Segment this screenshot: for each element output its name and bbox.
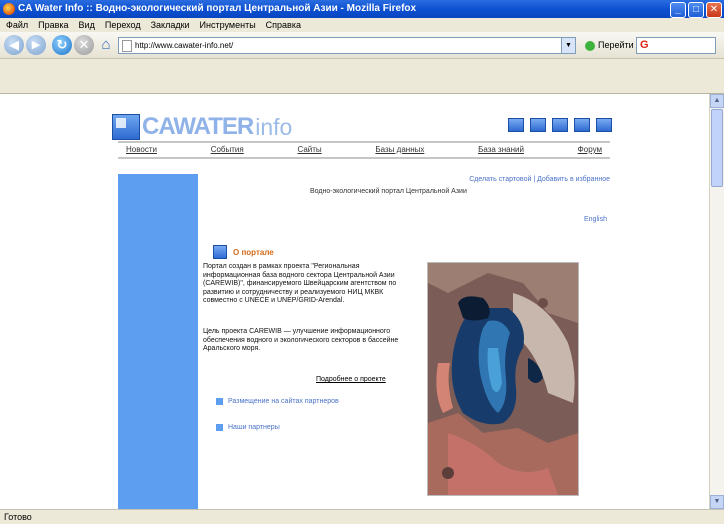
reload-icon[interactable]: ↻ <box>52 35 72 55</box>
left-sidebar <box>118 174 198 509</box>
go-label: Перейти <box>598 40 634 50</box>
nav-events[interactable]: События <box>203 143 252 157</box>
about-paragraph-2: Цель проекта CAREWIB — улучшение информа… <box>203 328 399 353</box>
scroll-up-icon[interactable]: ▲ <box>710 94 724 108</box>
lang-icon[interactable] <box>508 118 524 132</box>
start-page-link[interactable]: Сделать стартовой | Добавить в избранное <box>420 176 610 183</box>
partners-label: Наши партнеры <box>228 424 280 431</box>
search-input[interactable]: G <box>636 37 716 54</box>
address-bar[interactable]: http://www.cawater-info.net/ ▼ <box>118 37 576 54</box>
menu-go[interactable]: Переход <box>105 20 141 30</box>
nav-forum[interactable]: Форум <box>570 143 610 157</box>
google-icon: G <box>640 39 649 51</box>
about-icon <box>213 245 227 259</box>
partners-link[interactable]: Наши партнеры <box>216 424 280 431</box>
partner-sites-label: Размещение на сайтах партнеров <box>228 398 339 405</box>
stop-icon[interactable]: ✕ <box>74 35 94 55</box>
menu-help[interactable]: Справка <box>266 20 301 30</box>
logo-square-icon <box>112 114 140 140</box>
chevron-down-icon[interactable]: ▼ <box>561 38 575 53</box>
address-url: http://www.cawater-info.net/ <box>135 41 234 50</box>
nav-sites[interactable]: Сайты <box>289 143 329 157</box>
window-controls: _ □ ✕ <box>670 2 722 18</box>
maximize-button[interactable]: □ <box>688 2 704 18</box>
bullet-icon <box>216 424 223 431</box>
aral-sea-satellite-image <box>427 262 579 496</box>
menu-tools[interactable]: Инструменты <box>200 20 256 30</box>
logo-suffix: info <box>255 113 293 140</box>
scroll-down-icon[interactable]: ▼ <box>710 495 724 509</box>
menu-bookmarks[interactable]: Закладки <box>151 20 190 30</box>
vertical-scrollbar[interactable]: ▲ ▼ <box>709 94 724 509</box>
page-icon <box>122 40 132 52</box>
navigation-toolbar: ◀ ▶ ↻ ✕ ⌂ http://www.cawater-info.net/ ▼… <box>0 32 724 59</box>
status-text: Готово <box>4 512 32 522</box>
language-icons <box>508 118 612 132</box>
site-subtitle: Водно-экологический портал Центральной А… <box>310 188 467 195</box>
bullet-icon <box>216 398 223 405</box>
page-content: CAWATER info Новости События Сайты Базы … <box>0 94 710 509</box>
partner-sites-link[interactable]: Размещение на сайтах партнеров <box>216 398 339 405</box>
lang-icon[interactable] <box>552 118 568 132</box>
lang-icon[interactable] <box>596 118 612 132</box>
nav-news[interactable]: Новости <box>118 143 165 157</box>
menu-view[interactable]: Вид <box>79 20 95 30</box>
minimize-button[interactable]: _ <box>670 2 686 18</box>
satellite-image-graphic <box>428 263 578 495</box>
window-title-bar[interactable]: CA Water Info :: Водно-экологический пор… <box>0 0 724 18</box>
about-heading: О портале <box>213 245 274 259</box>
toolbar-area <box>0 59 724 94</box>
site-logo[interactable]: CAWATER info <box>112 112 292 142</box>
nav-knowledge-base[interactable]: База знаний <box>470 143 532 157</box>
lang-icon[interactable] <box>574 118 590 132</box>
forward-arrow-icon[interactable]: ▶ <box>26 35 46 55</box>
logo-text: CAWATER <box>142 113 254 140</box>
scroll-thumb[interactable] <box>711 109 723 187</box>
go-button[interactable]: Перейти <box>585 37 634 53</box>
close-button[interactable]: ✕ <box>706 2 722 18</box>
firefox-icon <box>3 3 15 15</box>
menu-file[interactable]: Файл <box>6 20 28 30</box>
nav-databases[interactable]: Базы данных <box>367 143 432 157</box>
back-arrow-icon[interactable]: ◀ <box>4 35 24 55</box>
about-title: О портале <box>233 247 274 257</box>
menu-edit[interactable]: Правка <box>38 20 68 30</box>
status-bar: Готово <box>0 509 724 523</box>
go-icon <box>585 40 595 51</box>
menu-bar: Файл Правка Вид Переход Закладки Инструменты С… <box>0 18 724 32</box>
window-title: CA Water Info :: Водно-экологический пор… <box>18 3 417 14</box>
site-nav: Новости События Сайты Базы данных База з… <box>118 141 610 159</box>
lang-icon[interactable] <box>530 118 546 132</box>
more-about-project-link[interactable]: Подробнее о проекте <box>316 376 386 383</box>
home-icon[interactable]: ⌂ <box>96 35 116 55</box>
about-paragraph-1: Портал создан в рамках проекта "Регионал… <box>203 263 397 305</box>
english-link[interactable]: English <box>584 216 607 223</box>
